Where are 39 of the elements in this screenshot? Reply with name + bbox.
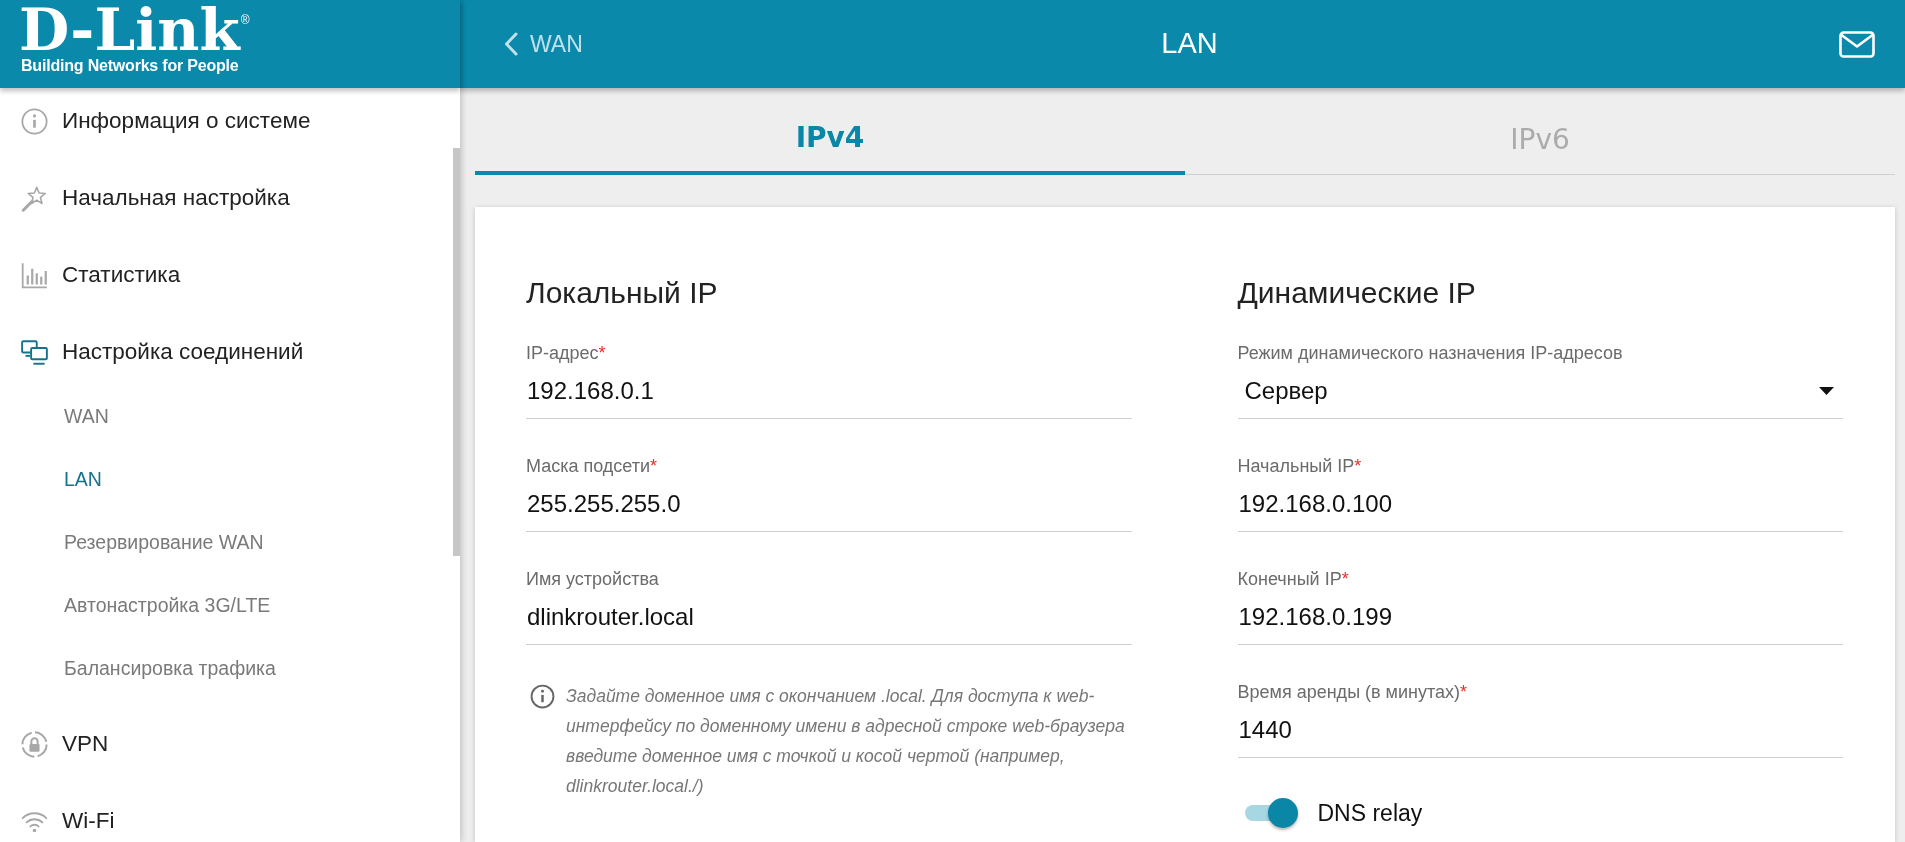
input-field[interactable]: 192.168.0.199 <box>1237 590 1843 645</box>
sidebar-item[interactable]: Начальная настройка <box>0 165 452 231</box>
brand-tagline: Building Networks for People <box>21 56 239 76</box>
input-field[interactable]: dlinkrouter.local <box>526 590 1132 645</box>
sidebar-subitem[interactable]: LAN <box>0 448 452 511</box>
sidebar-item[interactable]: Wi-Fi <box>0 788 452 842</box>
field-label: Маска подсети* <box>526 455 659 477</box>
input-field[interactable]: 255.255.255.0 <box>526 477 1132 532</box>
brand-logo: D-Link$^{®}$ <box>19 5 250 55</box>
sidebar-item[interactable]: Статистика <box>0 242 452 308</box>
sidebar-item[interactable]: Информация о системе <box>0 88 452 154</box>
sidebar-subitem[interactable]: Балансировка трафика <box>0 637 452 700</box>
field-label: Конечный IP* <box>1237 568 1350 590</box>
select-field[interactable]: Сервер <box>1237 364 1843 419</box>
field-label: Режим динамического назначения IP-адресов <box>1237 342 1624 364</box>
chevron-left-icon <box>504 32 518 56</box>
field-label: Имя устройства <box>526 568 660 590</box>
sidebar-subitem[interactable]: Резервирование WAN <box>0 511 452 574</box>
section-title: Локальный IP <box>526 275 719 311</box>
input-field[interactable]: 192.168.0.100 <box>1237 477 1843 532</box>
toggle-switch[interactable] <box>1244 797 1299 829</box>
sidebar-item[interactable]: VPN <box>0 711 452 777</box>
tab[interactable]: IPv4 <box>475 105 1185 175</box>
sidebar-subitem[interactable]: Автонастройка 3G/LTE <box>0 574 452 637</box>
input-field[interactable]: 1440 <box>1237 703 1843 758</box>
toggle-label: DNS relay <box>1317 798 1423 828</box>
field-label: Время аренды (в минутах)* <box>1237 681 1469 703</box>
field-label: Начальный IP* <box>1237 455 1363 477</box>
sidebar-item[interactable]: Настройка соединений <box>0 319 452 385</box>
input-field[interactable]: 192.168.0.1 <box>526 364 1132 419</box>
section-title: Динамические IP <box>1237 275 1477 311</box>
field-label: IP-адрес* <box>526 342 607 364</box>
hint-text: Задайте доменное имя с окончанием .local. Для доступа к web-интерфейсу по доменному имени в адресной строке web-браузера введите доменное имя с точкой и косой чертой (например, dlinkrouter.local./) <box>566 685 1126 798</box>
info-icon <box>530 684 555 709</box>
page-title: LAN <box>1161 26 1218 62</box>
mail-icon[interactable] <box>1839 30 1875 58</box>
sidebar-subitem[interactable]: WAN <box>0 385 452 448</box>
scrollbar-thumb[interactable] <box>453 148 460 556</box>
caret-down-icon <box>1819 387 1834 395</box>
